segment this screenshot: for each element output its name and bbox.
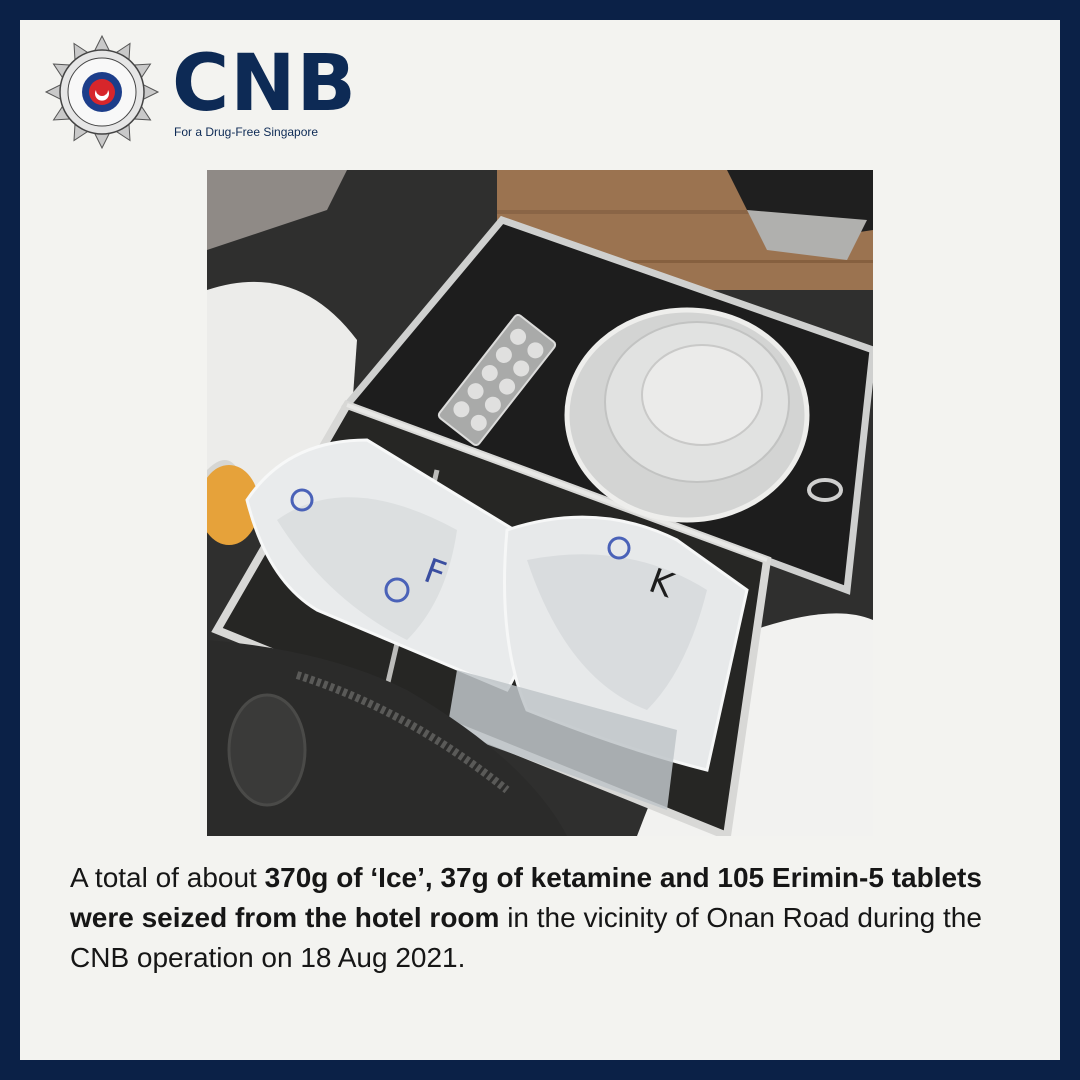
- brand-tagline: For a Drug-Free Singapore: [174, 125, 319, 139]
- seized-drugs-photo: F K: [207, 170, 873, 836]
- caption-text: A total of about 370g of ‘Ice’, 37g of k…: [70, 858, 1020, 978]
- logo-header: CNB For a Drug-Free Singapore: [44, 32, 357, 152]
- post-card: CNB For a Drug-Free Singapore F K A tota…: [20, 20, 1060, 1060]
- caption-part1: A total of about: [70, 862, 265, 893]
- cnb-crest-icon: [44, 34, 160, 150]
- brand-name: CNB: [172, 39, 357, 129]
- brand-block: CNB For a Drug-Free Singapore: [172, 45, 357, 139]
- photo-illustration: F K: [207, 170, 873, 836]
